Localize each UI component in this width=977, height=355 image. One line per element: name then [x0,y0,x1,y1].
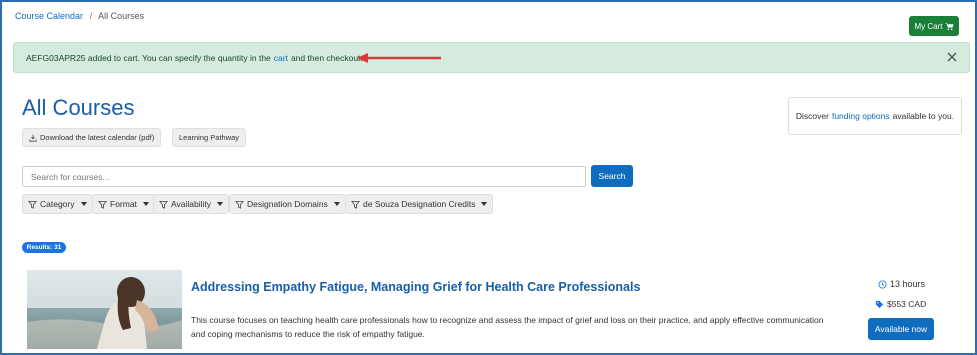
annotation-arrow-icon [357,53,441,63]
alert-text-after: and then checkout. [290,52,363,63]
filter-category[interactable]: Category [22,194,93,214]
clock-icon [878,279,887,289]
alert-cart-link[interactable]: cart [274,53,288,63]
filter-format-label: Format [110,199,137,209]
filter-designation-domains[interactable]: Designation Domains [229,194,346,214]
download-calendar-button[interactable]: Download the latest calendar (pdf) [22,128,162,147]
filter-icon [159,200,168,209]
added-to-cart-alert: AEFG03APR25 added to cart. You can speci… [13,42,970,73]
filter-icon [351,200,360,209]
page-frame: Course Calendar / All Courses My Cart AE… [0,0,977,355]
search-button[interactable]: Search [591,165,633,187]
chevron-down-icon [217,202,224,206]
my-cart-button[interactable]: My Cart [909,16,959,36]
course-description: This course focuses on teaching health c… [191,315,824,339]
filter-icon [98,200,107,209]
filter-category-label: Category [40,199,75,209]
filter-availability-label: Availability [171,199,212,209]
filter-format[interactable]: Format [92,194,155,214]
chevron-down-icon [333,202,340,206]
course-price: $553 CAD [875,299,926,309]
filter-icon [235,200,244,209]
breadcrumb-current: All Courses [98,11,145,21]
breadcrumb: Course Calendar / All Courses [15,11,144,21]
course-thumbnail[interactable] [27,270,182,349]
search-input[interactable] [22,166,586,187]
my-cart-label: My Cart [914,21,943,31]
download-icon [29,134,37,142]
funding-text-after: available to you. [892,111,955,121]
download-calendar-label: Download the latest calendar (pdf) [40,133,155,142]
breadcrumb-separator: / [89,11,93,21]
filter-designation-domains-label: Designation Domains [247,199,328,209]
cart-icon [945,22,953,30]
close-icon[interactable] [945,50,959,64]
course-price-label: $553 CAD [887,299,927,309]
course-title-link[interactable]: Addressing Empathy Fatigue, Managing Gri… [191,280,640,294]
funding-box: Discover funding options available to yo… [788,97,962,135]
available-now-button[interactable]: Available now [868,318,934,340]
filter-availability[interactable]: Availability [153,194,230,214]
chevron-down-icon [80,202,87,206]
learning-pathway-label: Learning Pathway [179,133,240,142]
filter-de-souza-credits-label: de Souza Designation Credits [363,199,476,209]
funding-text-before: Discover [795,111,829,121]
course-photo-image [27,270,182,349]
page-title: All Courses [22,95,135,120]
course-hours: 13 hours [878,279,925,289]
results-count-badge: Results: 31 [22,242,66,253]
funding-options-link[interactable]: funding options [832,111,890,121]
chevron-down-icon [481,202,488,206]
tag-icon [875,300,884,308]
chevron-down-icon [142,202,149,206]
breadcrumb-home-link[interactable]: Course Calendar [15,11,83,21]
course-hours-label: 13 hours [890,279,926,289]
alert-text-before: AEFG03APR25 added to cart. You can speci… [26,52,271,63]
filter-icon [28,200,37,209]
filter-de-souza-credits[interactable]: de Souza Designation Credits [345,194,494,214]
learning-pathway-button[interactable]: Learning Pathway [172,128,247,147]
